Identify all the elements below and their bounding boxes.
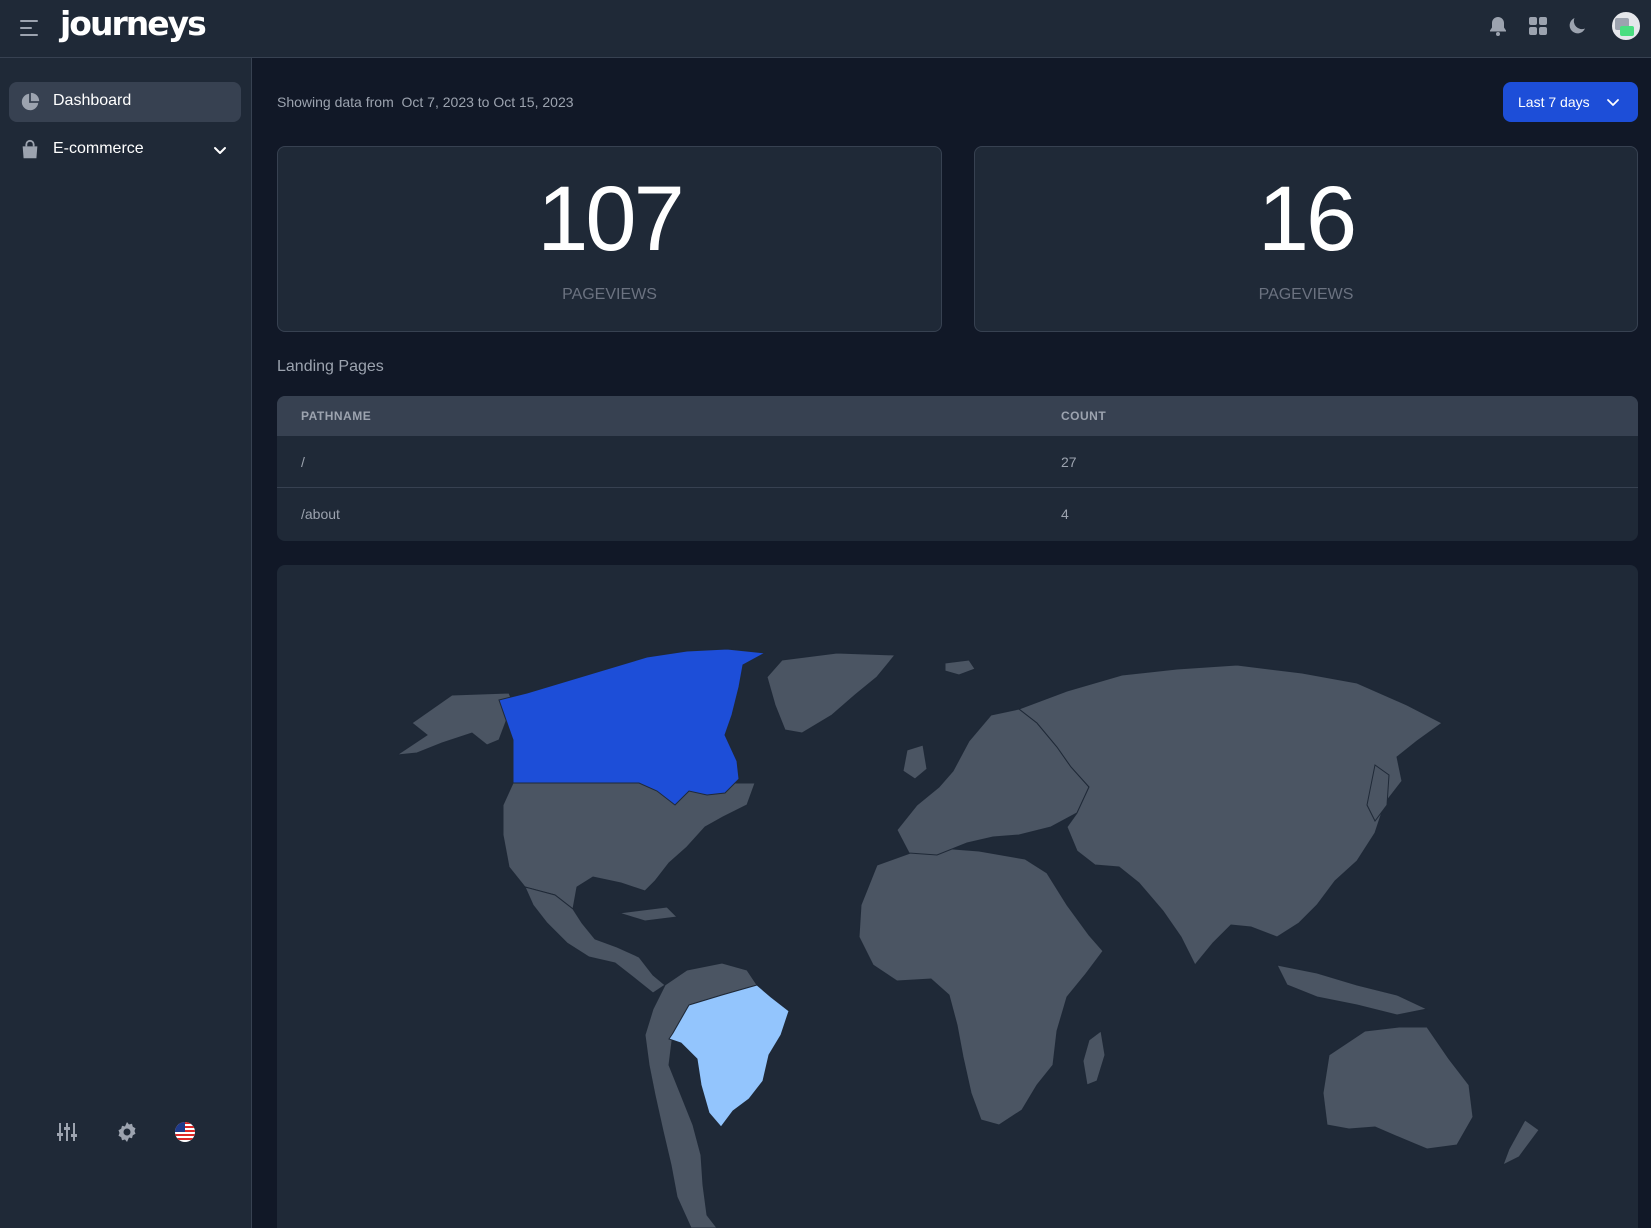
top-bar: journeys (0, 0, 1651, 58)
stat-value: 16 (1257, 168, 1357, 270)
world-map-card (277, 565, 1638, 1228)
sidebar-item-label: E-commerce (53, 140, 144, 157)
chevron-down-icon (214, 147, 226, 154)
map-region-alaska (396, 692, 514, 756)
shopping-bag-icon (22, 139, 38, 159)
map-region-usa (502, 782, 756, 910)
app-logo[interactable]: journeys (60, 4, 207, 43)
table-header: PATHNAME COUNT (277, 396, 1638, 436)
gear-icon[interactable] (115, 1120, 139, 1144)
cell-count: 27 (1061, 454, 1077, 470)
apps-grid-icon[interactable] (1526, 14, 1550, 38)
avatar[interactable] (1610, 10, 1642, 42)
map-region-greenland (766, 652, 897, 734)
map-region-canada (498, 648, 767, 806)
map-region-new-zealand (1502, 1119, 1540, 1167)
sidebar-item-ecommerce[interactable]: E-commerce (9, 130, 241, 170)
moon-icon[interactable] (1565, 14, 1589, 38)
chevron-down-icon (1607, 99, 1619, 106)
bell-icon[interactable] (1486, 14, 1510, 38)
pie-chart-icon (21, 92, 40, 111)
us-flag-icon[interactable] (173, 1120, 197, 1144)
map-region-madagascar (1082, 1030, 1106, 1086)
menu-icon[interactable] (18, 17, 40, 39)
map-region-mexico (524, 886, 666, 994)
world-map[interactable] (277, 565, 1638, 1228)
cell-pathname: / (301, 454, 305, 470)
sidebar-item-label: Dashboard (53, 92, 132, 109)
stat-card-pageviews-secondary: 16 PAGEVIEWS (974, 146, 1638, 332)
sliders-icon[interactable] (55, 1120, 79, 1144)
section-title-landing-pages: Landing Pages (277, 358, 384, 375)
column-header-count[interactable]: COUNT (1061, 409, 1106, 423)
cell-pathname: /about (301, 506, 340, 522)
date-range-prefix: Showing data from (277, 94, 394, 110)
sidebar: Dashboard E-commerce (0, 58, 252, 1228)
date-range-button-label: Last 7 days (1518, 94, 1590, 110)
map-region-uk (902, 744, 928, 780)
date-range-value: Oct 7, 2023 to Oct 15, 2023 (401, 94, 574, 110)
table-row[interactable]: / 27 (277, 436, 1638, 488)
map-region-caribbean (618, 906, 679, 922)
stat-label: PAGEVIEWS (1258, 286, 1354, 303)
stat-label: PAGEVIEWS (562, 286, 657, 303)
map-region-indonesia (1276, 964, 1429, 1016)
column-header-pathname[interactable]: PATHNAME (301, 409, 371, 423)
stat-value: 107 (537, 168, 685, 270)
landing-pages-table: PATHNAME COUNT / 27 /about 4 (277, 396, 1638, 541)
stat-card-pageviews: 107 PAGEVIEWS (277, 146, 942, 332)
date-range-dropdown-button[interactable]: Last 7 days (1503, 82, 1638, 122)
map-region-iceland (944, 659, 976, 676)
sidebar-item-dashboard[interactable]: Dashboard (9, 82, 241, 122)
map-region-africa (858, 846, 1104, 1126)
map-region-australia (1322, 1026, 1474, 1150)
table-row[interactable]: /about 4 (277, 488, 1638, 540)
cell-count: 4 (1061, 506, 1069, 522)
date-range-text: Showing data from Oct 7, 2023 to Oct 15,… (277, 94, 574, 110)
